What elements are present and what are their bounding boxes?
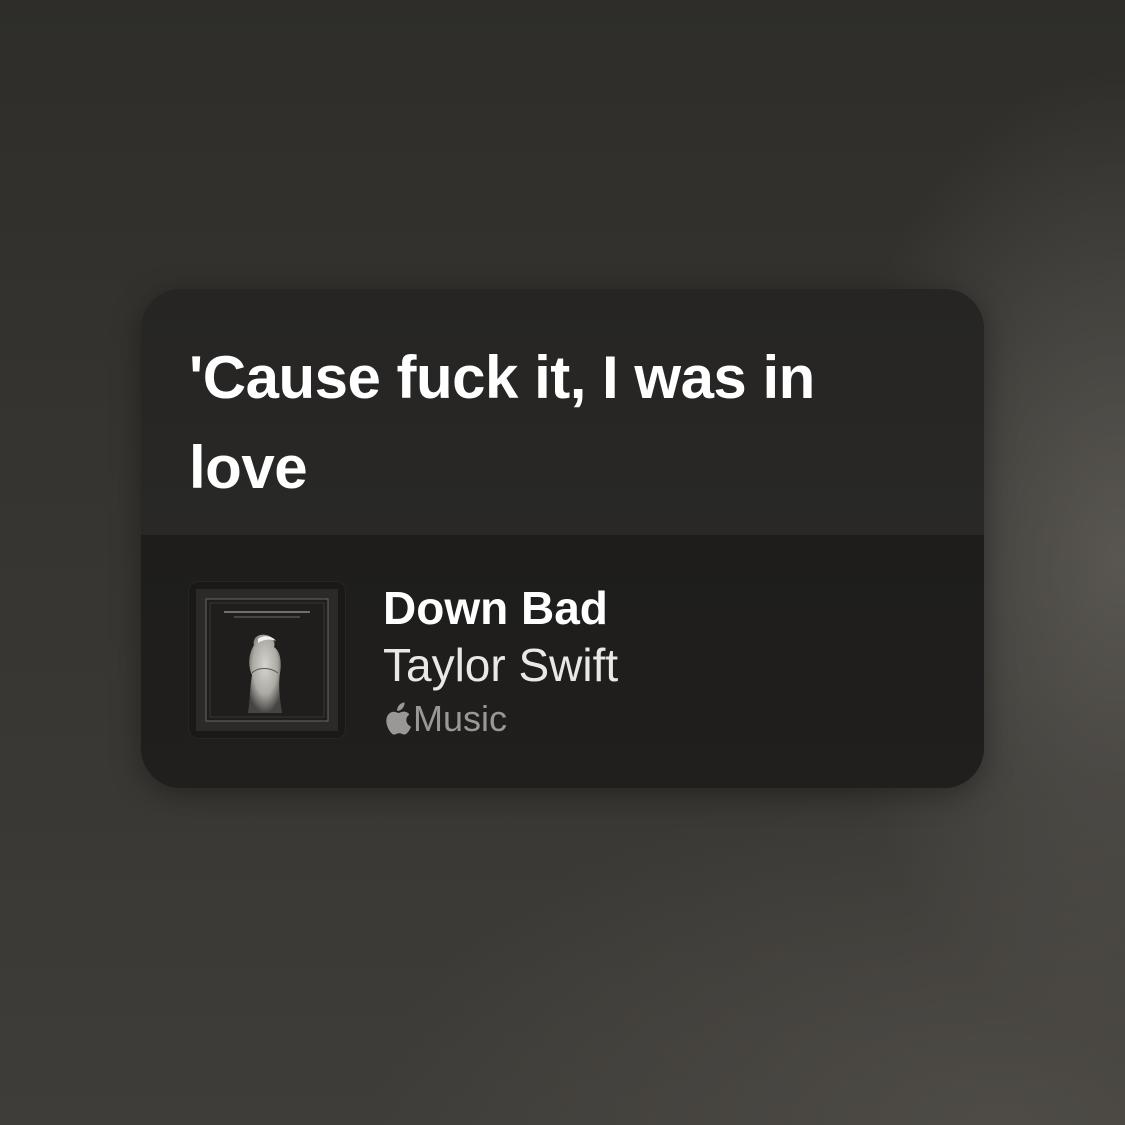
lyric-card[interactable]: 'Cause fuck it, I was in love Down Bad T… bbox=[141, 289, 984, 788]
lyric-section: 'Cause fuck it, I was in love bbox=[141, 289, 984, 535]
track-info[interactable]: Down Bad Taylor Swift Music bbox=[383, 581, 618, 741]
lyric-text: 'Cause fuck it, I was in love bbox=[189, 344, 815, 501]
service-label: Music bbox=[413, 698, 508, 739]
album-cover-image bbox=[196, 589, 338, 731]
apple-music-badge: Music bbox=[383, 697, 618, 741]
apple-logo-icon bbox=[386, 702, 411, 735]
album-artwork[interactable] bbox=[188, 581, 346, 739]
artist-name: Taylor Swift bbox=[383, 639, 619, 691]
song-title: Down Bad bbox=[383, 582, 608, 634]
